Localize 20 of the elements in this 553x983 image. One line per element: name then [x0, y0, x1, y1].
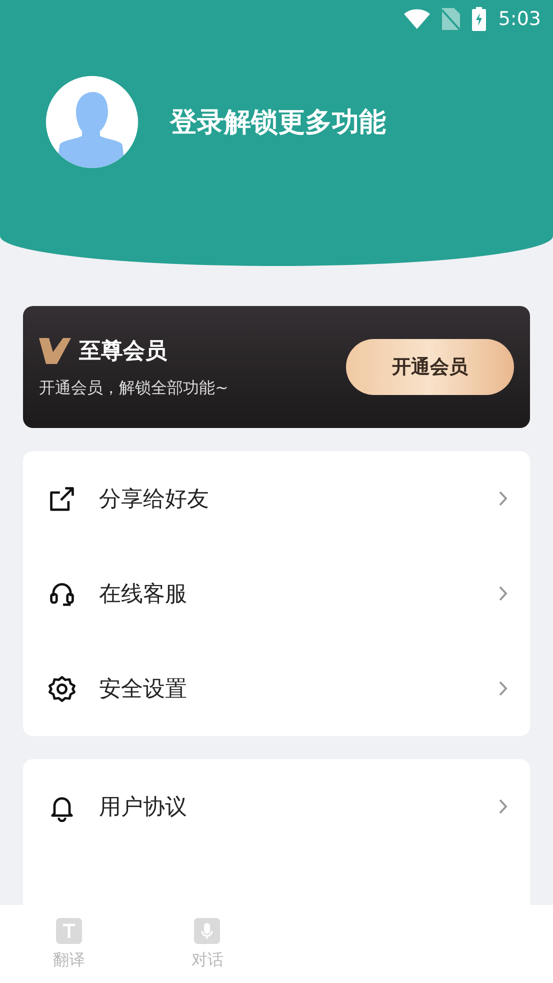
- avatar-icon[interactable]: [46, 76, 138, 168]
- settings-icon: [47, 674, 77, 704]
- chevron-icon: [499, 681, 508, 696]
- vip-title: 至尊会员: [79, 338, 167, 366]
- battery-charging-icon: [472, 7, 486, 31]
- vip-subtitle: 开通会员，解锁全部功能~: [39, 378, 228, 398]
- menu-item[interactable]: 在线客服: [99, 578, 477, 608]
- join-vip-button[interactable]: 开通会员: [346, 339, 514, 395]
- chevron-icon: [499, 586, 508, 601]
- status-time: 5:03: [498, 8, 541, 30]
- menu-item[interactable]: 用户协议: [99, 792, 477, 822]
- wifi-icon: [404, 9, 430, 29]
- text-icon: [56, 918, 82, 944]
- no-sim-icon: [442, 8, 460, 30]
- chevron-icon: [499, 799, 508, 814]
- v-logo-icon: [39, 338, 71, 364]
- microphone-icon: [194, 918, 220, 944]
- chevron-icon: [499, 491, 508, 506]
- menu-item[interactable]: 分享给好友: [99, 484, 477, 514]
- menu-item[interactable]: 安全设置: [99, 674, 477, 704]
